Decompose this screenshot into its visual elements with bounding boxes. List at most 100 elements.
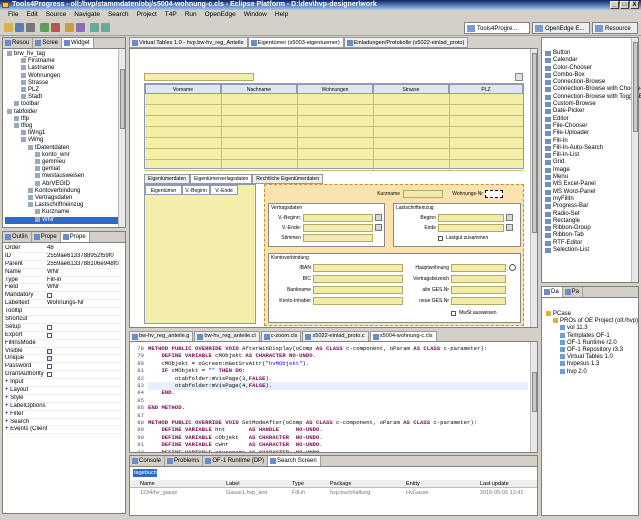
tree-node[interactable]: Templates OF-1	[544, 332, 636, 340]
property-checkbox[interactable]	[47, 293, 52, 299]
palette-item[interactable]: Progress-Bar	[544, 203, 636, 210]
tree-node[interactable]: vWng	[5, 137, 123, 144]
tab-data[interactable]: Da	[542, 287, 563, 297]
property-value[interactable]: 2559ae6133788952f59f0	[47, 253, 123, 260]
property-row[interactable]: + Style	[5, 395, 123, 403]
property-row[interactable]: Visible	[5, 348, 123, 356]
perspective-tools4progress[interactable]: Tools4Progre...	[464, 22, 530, 34]
property-value[interactable]: Wohnungs-Nr	[47, 300, 123, 307]
table-row[interactable]: 1234/hv_gasse Gasse1,hvp_test Fill-in hv…	[130, 489, 537, 497]
palette-item[interactable]: Connection-Browse with Toggle-Bo...	[544, 94, 641, 101]
col-package[interactable]: Package	[330, 480, 351, 488]
tree-node[interactable]: Lastname	[5, 65, 123, 72]
tab-pa[interactable]: Pa	[563, 287, 584, 297]
property-value[interactable]	[47, 340, 123, 347]
grid-row[interactable]	[145, 116, 523, 127]
property-value[interactable]	[47, 387, 123, 394]
tree-node[interactable]: vol 11.3	[544, 325, 636, 332]
tab-screen[interactable]: Scree	[33, 38, 63, 48]
property-value[interactable]: WNr	[47, 284, 123, 291]
property-row[interactable]: Parent 2559ae6133788106e948f0	[5, 261, 123, 269]
vertragsbez-field[interactable]	[451, 275, 506, 283]
menu-navigate[interactable]: Navigate	[70, 10, 104, 20]
ende-field[interactable]	[438, 224, 504, 232]
vende-field[interactable]	[303, 224, 373, 232]
column-header-strasse[interactable]: Strasse	[373, 84, 449, 94]
tab-of1-runtime[interactable]: OF-1 Runtime (DP)	[203, 456, 269, 466]
tree-node[interactable]: toolbar	[5, 101, 123, 108]
col-entity[interactable]: Entity	[406, 480, 420, 488]
property-value[interactable]	[47, 411, 123, 418]
perspective-resource[interactable]: Resource	[592, 22, 638, 34]
calendar-icon[interactable]	[375, 224, 382, 231]
palette-item[interactable]: Menu	[544, 174, 636, 181]
minimize-button[interactable]: _	[610, 1, 619, 9]
column-header-vorname[interactable]: Vorname	[145, 84, 221, 94]
subtab-rechtliche[interactable]: Rechtliche Eigentümerdaten	[252, 174, 324, 184]
code-scrollbar[interactable]	[530, 342, 537, 452]
property-checkbox[interactable]	[47, 324, 52, 330]
editor-tab-virtual-tables[interactable]: Virtual Tables 1.0 - hvp.bw-hv_reg_Antei…	[129, 37, 248, 48]
property-row[interactable]: Name WNr	[5, 269, 123, 277]
mwst-checkbox[interactable]	[451, 311, 456, 316]
tree-node[interactable]: tflog	[5, 123, 123, 130]
menu-run[interactable]: Run	[181, 10, 201, 20]
menu-search[interactable]: Search	[104, 10, 133, 20]
property-row[interactable]: Field WNr	[5, 284, 123, 293]
alte-ges-field[interactable]	[451, 286, 506, 294]
property-checkbox[interactable]	[47, 332, 52, 338]
column-header-vende[interactable]: V.-Ende	[210, 185, 238, 195]
property-row[interactable]: Tooltip	[5, 308, 123, 317]
tab-outline[interactable]: Outlin	[3, 232, 32, 242]
palette-item[interactable]: Custom-Browse	[544, 101, 636, 108]
property-value[interactable]	[47, 395, 123, 402]
tree-node[interactable]: AbrVEGID	[5, 180, 123, 188]
lastgut-checkbox[interactable]	[438, 236, 443, 241]
property-checkbox[interactable]	[47, 372, 52, 378]
calendar-icon[interactable]	[506, 214, 513, 221]
tree-node[interactable]: PCase	[544, 311, 636, 318]
palette-item[interactable]: Date-Picker	[544, 108, 636, 115]
wohnungsnr-field[interactable]	[485, 190, 503, 198]
property-checkbox[interactable]	[47, 348, 52, 354]
code-tab-1[interactable]: bw-hv_reg_anteile.g	[129, 331, 194, 341]
property-value[interactable]	[47, 316, 123, 323]
property-value[interactable]	[47, 308, 123, 315]
new-icon[interactable]	[4, 23, 13, 32]
column-header-plz[interactable]: PLZ	[449, 84, 523, 94]
property-value[interactable]	[47, 426, 123, 433]
property-row[interactable]: Order 48	[5, 245, 123, 253]
menu-source[interactable]: Source	[42, 10, 71, 20]
grid-row[interactable]	[145, 138, 523, 149]
tab-widget[interactable]: Widget	[62, 38, 94, 48]
calendar-icon[interactable]	[375, 214, 382, 221]
palette-item[interactable]: Rectangle	[544, 218, 636, 225]
property-row[interactable]: + Layout	[5, 387, 123, 395]
property-value[interactable]	[54, 292, 123, 299]
palette-item[interactable]: MS Excel-Panel	[544, 181, 636, 188]
tree-node[interactable]: Vertragsdaten	[5, 195, 123, 202]
tree-node[interactable]: PLZ	[5, 87, 123, 94]
palette-item[interactable]: Calendar	[544, 57, 636, 64]
tree-node[interactable]: WNr	[5, 216, 123, 224]
property-value[interactable]	[54, 355, 123, 362]
subtab-vertragsdaten[interactable]: Eigentümerverlagsdaten	[190, 174, 253, 184]
property-value[interactable]	[54, 348, 123, 355]
tree-node[interactable]: tabfolder	[5, 108, 123, 116]
property-value[interactable]	[54, 363, 123, 370]
col-label[interactable]: Label	[226, 480, 239, 488]
code-tab-4[interactable]: s5022-einlad_proto.c	[302, 331, 369, 341]
code-line[interactable]: END METHOD.	[148, 404, 528, 412]
property-row[interactable]: Labeltext Wohnungs-Nr	[5, 300, 123, 309]
palette-item[interactable]: Selection-List	[544, 247, 636, 254]
column-header-eigentuemer[interactable]: Eigentümer	[145, 185, 182, 195]
tree-node[interactable]: PROs of OE Project (oll:/hvp)	[544, 318, 638, 325]
editor-tab-einladungen[interactable]: Einladungen/Protokolle (s5022-einlad_pro…	[343, 37, 469, 48]
property-row[interactable]: + Input	[5, 379, 123, 388]
menu-edit[interactable]: Edit	[22, 10, 41, 20]
tab-resource[interactable]: Resou	[3, 38, 34, 48]
grid-row[interactable]	[145, 149, 523, 160]
vbeginn-field[interactable]	[303, 214, 373, 222]
tree-node[interactable]: konto_wnr	[5, 151, 123, 159]
tree-node[interactable]: brw_hv_tag	[5, 51, 123, 58]
